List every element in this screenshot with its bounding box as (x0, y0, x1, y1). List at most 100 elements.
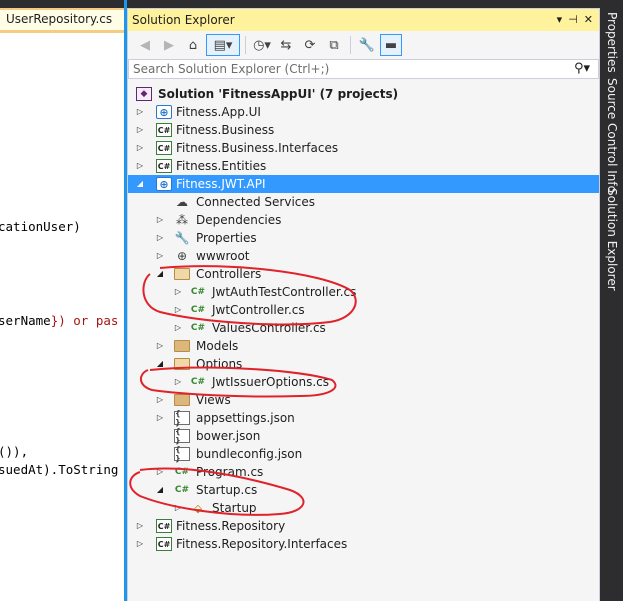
panel-title-bar[interactable]: Solution Explorer ▾ ⊣ ✕ (128, 9, 599, 31)
tree-item-startup-cs[interactable]: ◢ C# Startup.cs (128, 481, 599, 499)
code-line[interactable]: serName}) or pas (0, 313, 118, 328)
expand-arrow-icon[interactable]: ▷ (154, 409, 166, 427)
expand-arrow-icon[interactable]: ▷ (172, 283, 184, 301)
csharp-project-icon: C# (156, 123, 172, 137)
tree-item-appsettings-json[interactable]: ▷ { } appsettings.json (128, 409, 599, 427)
search-input[interactable] (129, 60, 559, 78)
expand-arrow-icon[interactable]: ▷ (172, 301, 184, 319)
editor-tab-user-repository[interactable]: UserRepository.cs (0, 8, 124, 30)
tree-item-models[interactable]: ▷ Models (128, 337, 599, 355)
tree-item-label: bundleconfig.json (196, 447, 303, 461)
tab-solution-explorer[interactable]: Solution Explorer (602, 188, 621, 291)
expand-arrow-icon[interactable]: ▷ (154, 211, 166, 229)
code-editor[interactable]: UserRepository.cs cationUser) serName}) … (0, 0, 124, 601)
tree-item-label: Fitness.Repository (176, 519, 286, 533)
code-line[interactable]: suedAt).ToString (0, 462, 118, 477)
close-icon[interactable]: ✕ (584, 9, 593, 31)
tree-solution-row[interactable]: ◆ Solution 'FitnessAppUI' (7 projects) (128, 85, 599, 103)
json-file-icon: { } (174, 427, 190, 445)
expand-arrow-icon[interactable]: ▷ (172, 373, 184, 391)
tree-item-options[interactable]: ◢ Options (128, 355, 599, 373)
code-line[interactable]: ()), (0, 444, 28, 459)
tree-item-controllers[interactable]: ◢ Controllers (128, 265, 599, 283)
tree-item-fitness-repository[interactable]: ▷ C# Fitness.Repository (128, 517, 599, 535)
expand-arrow-icon[interactable]: ▷ (134, 157, 146, 175)
tree-item-fitness-entities[interactable]: ▷ C# Fitness.Entities (128, 157, 599, 175)
tree-item-dependencies[interactable]: ▷ ⁂ Dependencies (128, 211, 599, 229)
collapse-all-icon[interactable]: ⧉ (323, 34, 345, 56)
side-tool-tabs: Properties Source Control Info Solution … (600, 8, 623, 601)
toolbar-separator (350, 36, 351, 54)
window-position-dropdown-icon[interactable]: ▾ (557, 9, 563, 31)
expand-arrow-icon[interactable]: ▷ (134, 535, 146, 553)
tree-item-fitness-jwt-api[interactable]: ◢ ⊕ Fitness.JWT.API (128, 175, 599, 193)
tab-source-control-info[interactable]: Source Control Info (602, 78, 621, 193)
auto-hide-pin-icon[interactable]: ⊣ (568, 9, 578, 31)
forward-icon[interactable]: ▶ (158, 34, 180, 56)
tree-item-values-controller[interactable]: ▷ C# ValuesController.cs (128, 319, 599, 337)
tree-item-properties[interactable]: ▷ 🔧 Properties (128, 229, 599, 247)
tree-item-label: Solution 'FitnessAppUI' (7 projects) (158, 87, 399, 101)
expand-arrow-icon[interactable]: ▷ (154, 247, 166, 265)
tree-item-label: Connected Services (196, 195, 316, 209)
search-box[interactable]: ⚲▾ (128, 59, 599, 79)
refresh-icon[interactable]: ⟳ (299, 34, 321, 56)
tree-item-label: Fitness.Repository.Interfaces (176, 537, 348, 551)
tree-item-jwt-issuer-options[interactable]: ▷ C# JwtIssuerOptions.cs (128, 373, 599, 391)
tree-item-views[interactable]: ▷ Views (128, 391, 599, 409)
tree-item-label: JwtIssuerOptions.cs (212, 375, 329, 389)
expand-arrow-icon[interactable]: ▷ (154, 337, 166, 355)
solution-icon: ◆ (136, 87, 152, 101)
tree-item-label: appsettings.json (196, 411, 295, 425)
expand-arrow-icon[interactable]: ▷ (134, 121, 146, 139)
expand-arrow-icon[interactable]: ▷ (154, 463, 166, 481)
pending-changes-filter-icon[interactable]: ◷▾ (251, 34, 273, 56)
tree-item-fitness-repository-interfaces[interactable]: ▷ C# Fitness.Repository.Interfaces (128, 535, 599, 553)
csharp-project-icon: C# (156, 159, 172, 173)
expand-arrow-icon[interactable]: ▷ (154, 391, 166, 409)
folder-icon (174, 394, 190, 406)
tree-item-fitness-app-ui[interactable]: ▷ ⊕ Fitness.App.UI (128, 103, 599, 121)
tree-item-wwwroot[interactable]: ▷ ⊕ wwwroot (128, 247, 599, 265)
tree-item-jwt-controller[interactable]: ▷ C# JwtController.cs (128, 301, 599, 319)
search-icon[interactable]: ⚲▾ (574, 60, 590, 78)
tree-item-startup-class[interactable]: ▷ ⬙ Startup (128, 499, 599, 517)
tree-item-fitness-business[interactable]: ▷ C# Fitness.Business (128, 121, 599, 139)
tree-item-connected-services[interactable]: ☁ Connected Services (128, 193, 599, 211)
csharp-project-icon: C# (156, 519, 172, 533)
tree-item-bundleconfig-json[interactable]: { } bundleconfig.json (128, 445, 599, 463)
preview-selected-items-icon[interactable]: ▬ (380, 34, 402, 56)
code-line[interactable]: cationUser) (0, 219, 81, 234)
tree-item-program-cs[interactable]: ▷ C# Program.cs (128, 463, 599, 481)
tree-item-bower-json[interactable]: { } bower.json (128, 427, 599, 445)
folder-open-icon (174, 268, 190, 280)
tree-item-label: Fitness.Business (176, 123, 275, 137)
collapse-arrow-icon[interactable]: ◢ (154, 265, 166, 283)
properties-wrench-icon[interactable]: 🔧 (356, 34, 378, 56)
dependencies-icon: ⁂ (176, 213, 188, 227)
folder-icon (174, 340, 190, 352)
sync-with-active-document-icon[interactable]: ⇆ (275, 34, 297, 56)
expand-arrow-icon[interactable]: ▷ (154, 229, 166, 247)
tree-item-label: JwtController.cs (212, 303, 305, 317)
connected-services-icon: ☁ (176, 195, 188, 209)
expand-arrow-icon[interactable]: ▷ (134, 103, 146, 121)
expand-arrow-icon[interactable]: ▷ (172, 319, 184, 337)
switch-views-icon[interactable]: ▤▾ (206, 34, 240, 56)
panel-toolbar: ◀ ▶ ⌂ ▤▾ ◷▾ ⇆ ⟳ ⧉ 🔧 ▬ (128, 31, 599, 59)
tree-item-label: Properties (196, 231, 257, 245)
expand-arrow-icon[interactable]: ▷ (134, 517, 146, 535)
json-file-icon: { } (174, 445, 190, 463)
tree-item-jwt-auth-test-controller[interactable]: ▷ C# JwtAuthTestController.cs (128, 283, 599, 301)
collapse-arrow-icon[interactable]: ◢ (154, 355, 166, 373)
tree-item-label: Models (196, 339, 239, 353)
collapse-arrow-icon[interactable]: ◢ (154, 481, 166, 499)
expand-arrow-icon[interactable]: ▷ (134, 139, 146, 157)
back-icon[interactable]: ◀ (134, 34, 156, 56)
home-icon[interactable]: ⌂ (182, 34, 204, 56)
tab-properties[interactable]: Properties (602, 12, 621, 73)
collapse-arrow-icon[interactable]: ◢ (134, 175, 146, 193)
expand-arrow-icon[interactable]: ▷ (172, 499, 184, 517)
tree-item-fitness-business-interfaces[interactable]: ▷ C# Fitness.Business.Interfaces (128, 139, 599, 157)
tree-item-label: Startup (212, 501, 257, 515)
